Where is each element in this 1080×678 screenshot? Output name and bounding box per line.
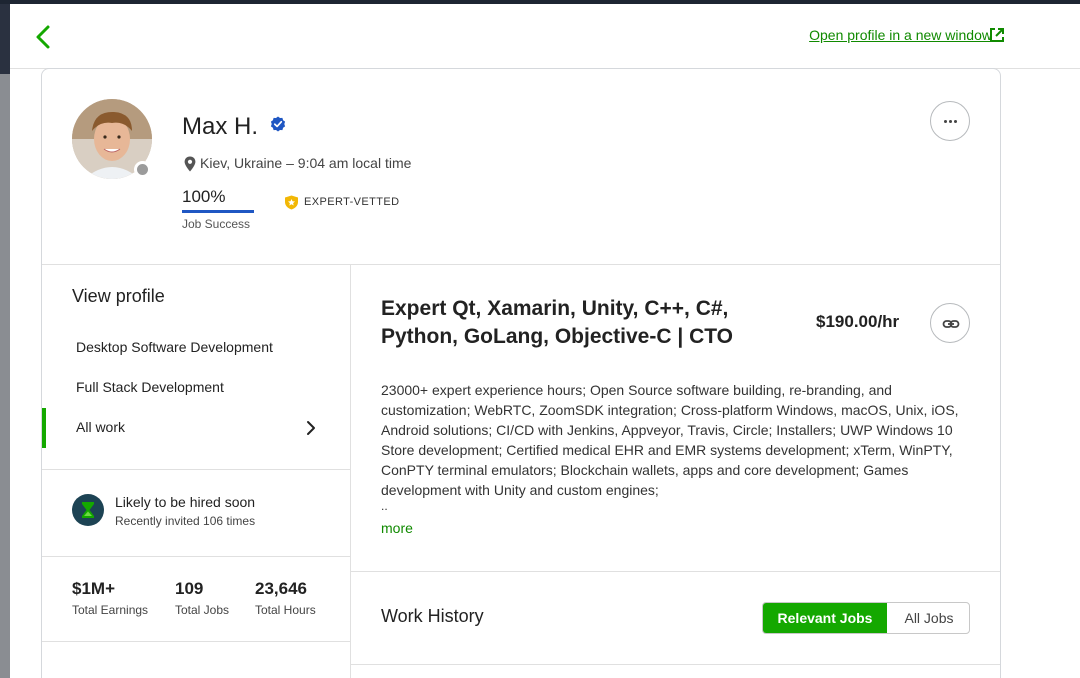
job-success-label: Job Success xyxy=(182,217,251,231)
sidebar-item-all-work[interactable]: All work xyxy=(42,408,350,448)
profile-card: Max H. Kiev, Ukraine – 9:04 am local tim… xyxy=(41,68,1001,678)
profile-modal: Open profile in a new window Max H. Kiev… xyxy=(10,4,1080,678)
total-jobs-value: 109 xyxy=(175,579,204,598)
more-options-button[interactable] xyxy=(930,101,970,141)
hired-soon-subtitle: Recently invited 106 times xyxy=(115,514,256,528)
sidebar-divider xyxy=(42,469,350,470)
expert-vetted-shield-icon xyxy=(285,195,298,210)
copy-link-button[interactable] xyxy=(930,303,970,343)
link-icon xyxy=(942,320,960,328)
hired-soon-title: Likely to be hired soon xyxy=(115,494,256,510)
main-divider xyxy=(350,664,1000,665)
sidebar-item-label: All work xyxy=(76,419,126,435)
expert-vetted-badge: EXPERT-VETTED xyxy=(304,196,400,208)
tab-relevant-jobs[interactable]: Relevant Jobs xyxy=(763,603,887,633)
work-history-title: Work History xyxy=(381,606,484,626)
location-pin-icon xyxy=(184,156,196,172)
sidebar-item-label: Desktop Software Development xyxy=(76,339,273,355)
sidebar-item-full-stack-development[interactable]: Full Stack Development xyxy=(42,368,350,408)
sidebar-divider xyxy=(42,641,350,642)
description-ellipsis: .. xyxy=(381,499,388,513)
job-success-value: 100% xyxy=(182,187,226,206)
active-indicator xyxy=(42,408,46,448)
hourly-rate: $190.00/hr xyxy=(816,312,900,331)
job-success-bar xyxy=(182,210,254,213)
profile-name: Max H. xyxy=(182,113,259,140)
main-divider xyxy=(350,571,1000,572)
offline-status-dot xyxy=(134,161,151,178)
profile-title: Expert Qt, Xamarin, Unity, C++, C#, Pyth… xyxy=(381,297,734,348)
modal-header: Open profile in a new window xyxy=(10,4,1080,68)
total-hours-value: 23,646 xyxy=(255,579,307,598)
verified-badge-icon xyxy=(270,116,286,132)
work-history-toggle: Relevant Jobs All Jobs xyxy=(762,602,970,634)
column-divider xyxy=(350,264,351,678)
total-earnings-label: Total Earnings xyxy=(72,603,149,617)
external-link-icon[interactable] xyxy=(988,26,1006,44)
back-chevron-icon[interactable] xyxy=(32,22,56,52)
chevron-right-icon xyxy=(307,421,315,435)
total-jobs-label: Total Jobs xyxy=(175,603,230,617)
tab-all-jobs[interactable]: All Jobs xyxy=(887,603,969,633)
total-hours-label: Total Hours xyxy=(255,603,316,617)
open-profile-link[interactable]: Open profile in a new window xyxy=(809,27,992,43)
background-left xyxy=(0,74,10,678)
more-dots-icon xyxy=(944,120,947,123)
sidebar-item-desktop-software-development[interactable]: Desktop Software Development xyxy=(42,328,350,368)
hourglass-icon xyxy=(72,494,104,526)
total-earnings-value: $1M+ xyxy=(72,579,115,598)
card-divider xyxy=(42,264,1000,265)
sidebar-divider xyxy=(42,556,350,557)
view-profile-heading: View profile xyxy=(72,286,165,306)
profile-location: Kiev, Ukraine – 9:04 am local time xyxy=(200,155,412,171)
more-link[interactable]: more xyxy=(381,520,413,536)
profile-description: 23000+ expert experience hours; Open Sou… xyxy=(381,382,959,498)
sidebar-item-label: Full Stack Development xyxy=(76,379,224,395)
